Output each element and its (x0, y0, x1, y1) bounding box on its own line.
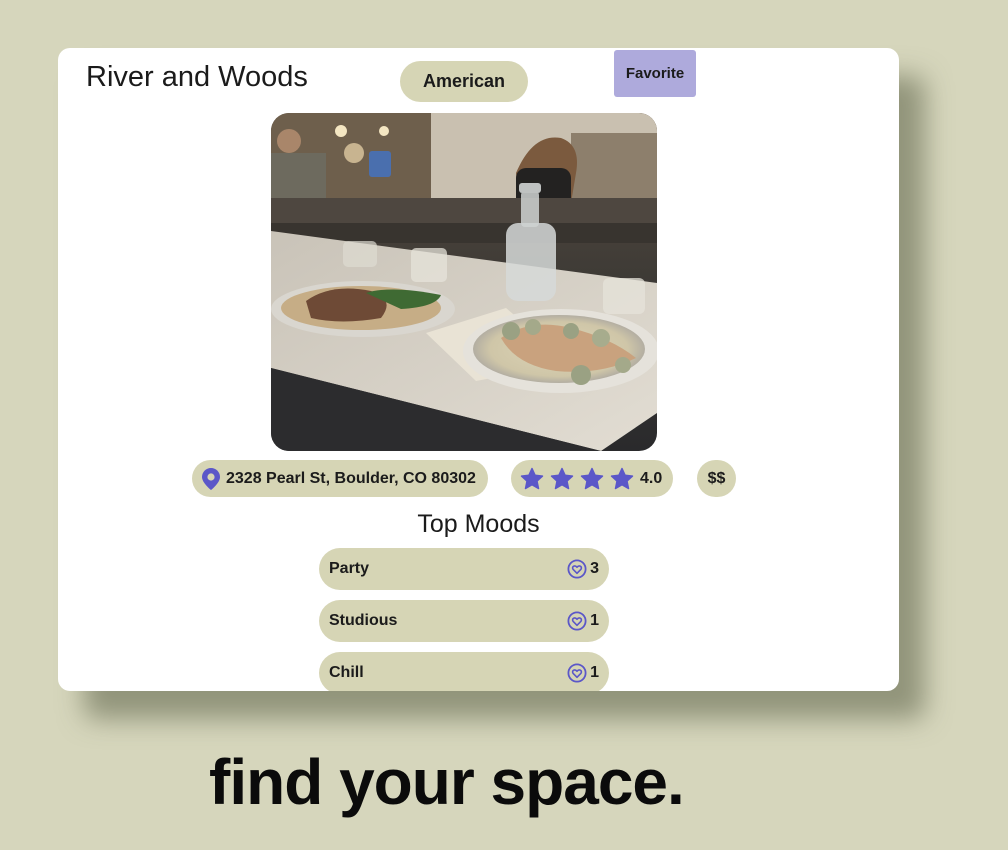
mood-count: 3 (590, 560, 599, 577)
mood-label: Studious (329, 612, 398, 629)
heart-badge-icon (567, 663, 587, 683)
favorite-button[interactable]: Favorite (614, 50, 696, 97)
mood-list: Party 3 Studious 1 Chill 1 (319, 548, 609, 691)
address-text: 2328 Pearl St, Boulder, CO 80302 (226, 469, 476, 487)
price-pill: $$ (697, 460, 736, 497)
info-row: 2328 Pearl St, Boulder, CO 80302 4.0 $$ (58, 460, 899, 497)
address-pill[interactable]: 2328 Pearl St, Boulder, CO 80302 (192, 460, 488, 497)
mood-label: Party (329, 560, 370, 577)
restaurant-card: River and Woods American Favorite 2328 P… (58, 48, 899, 691)
mood-label: Chill (329, 664, 364, 681)
rating-pill: 4.0 (511, 460, 673, 497)
rating-value: 4.0 (640, 469, 663, 487)
star-icon (610, 467, 634, 489)
map-pin-icon (202, 467, 220, 490)
top-moods-title: Top Moods (417, 510, 540, 538)
mood-item-party[interactable]: Party 3 (319, 548, 609, 590)
mood-count: 1 (590, 664, 599, 681)
mood-count: 1 (590, 612, 599, 629)
star-icon (520, 467, 544, 489)
restaurant-photo (271, 113, 657, 451)
mood-item-chill[interactable]: Chill 1 (319, 652, 609, 691)
tagline: find your space. (209, 746, 685, 818)
heart-badge-icon (567, 559, 587, 579)
cuisine-tag: American (400, 61, 528, 102)
restaurant-name: River and Woods (86, 61, 308, 93)
star-icon (580, 467, 604, 489)
star-icon (550, 467, 574, 489)
heart-badge-icon (567, 611, 587, 631)
mood-item-studious[interactable]: Studious 1 (319, 600, 609, 642)
